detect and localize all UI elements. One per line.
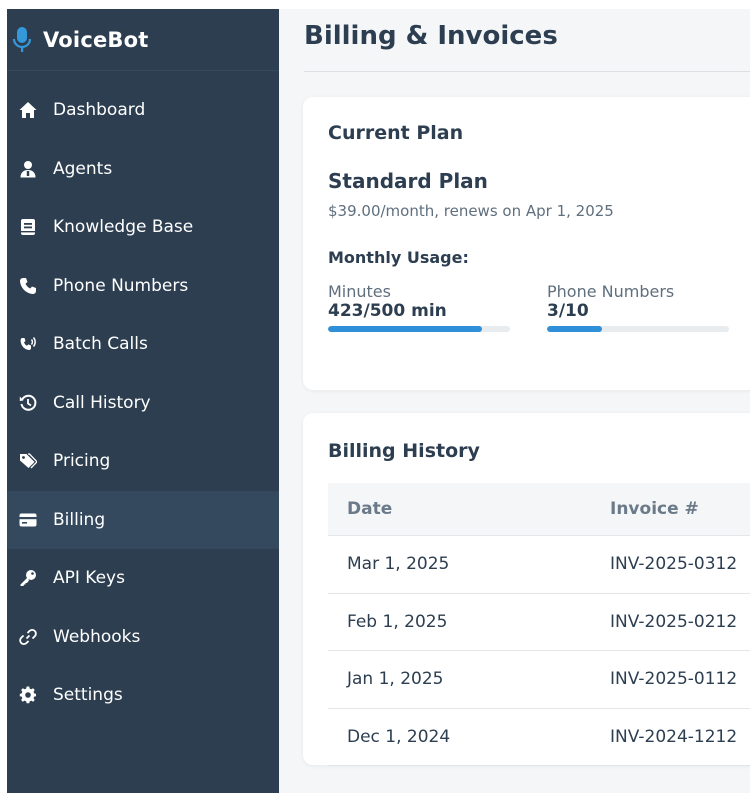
sidebar-item-label: Knowledge Base: [53, 217, 194, 238]
sidebar: VoiceBot Dashboard Agents Knowledge Base…: [7, 9, 279, 793]
column-header-date[interactable]: Date: [347, 499, 392, 519]
cell-invoice: INV-2025-0212: [610, 611, 738, 632]
monthly-usage-heading: Monthly Usage:: [328, 248, 469, 267]
sidebar-item-label: Call History: [53, 392, 151, 413]
sidebar-item-pricing[interactable]: Pricing: [7, 432, 279, 491]
title-divider: [304, 71, 750, 72]
sidebar-item-webhooks[interactable]: Webhooks: [7, 608, 279, 667]
table-header: Date Invoice #: [328, 483, 750, 536]
usage-progress-bar: [328, 326, 510, 332]
table-row[interactable]: Mar 1, 2025 INV-2025-0312: [328, 536, 750, 594]
sidebar-item-api-keys[interactable]: API Keys: [7, 549, 279, 608]
usage-value: 3/10: [547, 301, 589, 321]
cell-invoice: INV-2025-0112: [610, 669, 738, 690]
sidebar-item-label: API Keys: [53, 568, 125, 589]
phone-volume-icon: [19, 335, 37, 353]
plan-price: $39.00/month, renews on Apr 1, 2025: [328, 202, 614, 220]
app-window: VoiceBot Dashboard Agents Knowledge Base…: [7, 9, 750, 793]
cell-invoice: INV-2025-0312: [610, 554, 738, 575]
column-header-invoice[interactable]: Invoice #: [610, 499, 699, 519]
billing-history-table: Date Invoice # Mar 1, 2025 INV-2025-0312…: [328, 483, 750, 766]
usage-label: Minutes: [328, 282, 391, 301]
cell-date: Dec 1, 2024: [347, 726, 451, 747]
usage-progress-fill: [328, 326, 482, 332]
sidebar-nav: Dashboard Agents Knowledge Base Phone Nu…: [7, 71, 279, 725]
sidebar-item-label: Pricing: [53, 451, 111, 472]
sidebar-item-label: Settings: [53, 685, 123, 706]
sidebar-item-label: Phone Numbers: [53, 275, 189, 296]
sidebar-item-dashboard[interactable]: Dashboard: [7, 81, 279, 140]
main-content: Billing & Invoices Current Plan Standard…: [279, 9, 750, 793]
key-icon: [19, 569, 37, 587]
billing-history-card: Billing History Date Invoice # Mar 1, 20…: [303, 413, 750, 766]
phone-icon: [19, 277, 37, 295]
user-agent-icon: [19, 160, 37, 178]
current-plan-heading: Current Plan: [328, 122, 464, 144]
table-row[interactable]: Dec 1, 2024 INV-2024-1212: [328, 709, 750, 766]
sidebar-item-label: Webhooks: [53, 626, 141, 647]
sidebar-item-settings[interactable]: Settings: [7, 666, 279, 725]
page-title: Billing & Invoices: [304, 21, 558, 51]
usage-progress-bar: [547, 326, 729, 332]
home-icon: [19, 101, 37, 119]
sidebar-item-label: Billing: [53, 509, 106, 530]
cell-date: Mar 1, 2025: [347, 554, 450, 575]
sidebar-item-phone-numbers[interactable]: Phone Numbers: [7, 257, 279, 316]
cell-date: Jan 1, 2025: [347, 669, 444, 690]
sidebar-item-label: Agents: [53, 158, 113, 179]
sidebar-item-batch-calls[interactable]: Batch Calls: [7, 315, 279, 374]
microphone-icon: [12, 26, 32, 52]
book-icon: [19, 218, 37, 236]
brand-name: VoiceBot: [43, 27, 149, 52]
sidebar-item-label: Dashboard: [53, 100, 146, 121]
current-plan-card: Current Plan Standard Plan $39.00/month,…: [303, 97, 750, 390]
usage-value: 423/500 min: [328, 301, 447, 321]
sidebar-item-billing[interactable]: Billing: [7, 490, 279, 549]
cell-invoice: INV-2024-1212: [610, 726, 738, 747]
usage-phone-numbers: Phone Numbers 3/10: [547, 283, 729, 332]
table-row[interactable]: Feb 1, 2025 INV-2025-0212: [328, 594, 750, 651]
usage-progress-fill: [547, 326, 602, 332]
plan-name: Standard Plan: [328, 169, 488, 193]
billing-history-heading: Billing History: [328, 440, 480, 462]
usage-label: Phone Numbers: [547, 282, 675, 301]
cell-date: Feb 1, 2025: [347, 611, 448, 632]
brand[interactable]: VoiceBot: [7, 9, 279, 71]
sidebar-item-call-history[interactable]: Call History: [7, 374, 279, 433]
tags-icon: [19, 452, 37, 470]
sidebar-item-agents[interactable]: Agents: [7, 140, 279, 199]
usage-minutes: Minutes 423/500 min: [328, 283, 510, 332]
table-row[interactable]: Jan 1, 2025 INV-2025-0112: [328, 651, 750, 709]
gear-icon: [19, 686, 37, 704]
credit-card-icon: [19, 511, 37, 529]
sidebar-item-knowledge-base[interactable]: Knowledge Base: [7, 198, 279, 257]
sidebar-item-label: Batch Calls: [53, 334, 148, 355]
history-icon: [19, 394, 37, 412]
link-icon: [19, 628, 37, 646]
